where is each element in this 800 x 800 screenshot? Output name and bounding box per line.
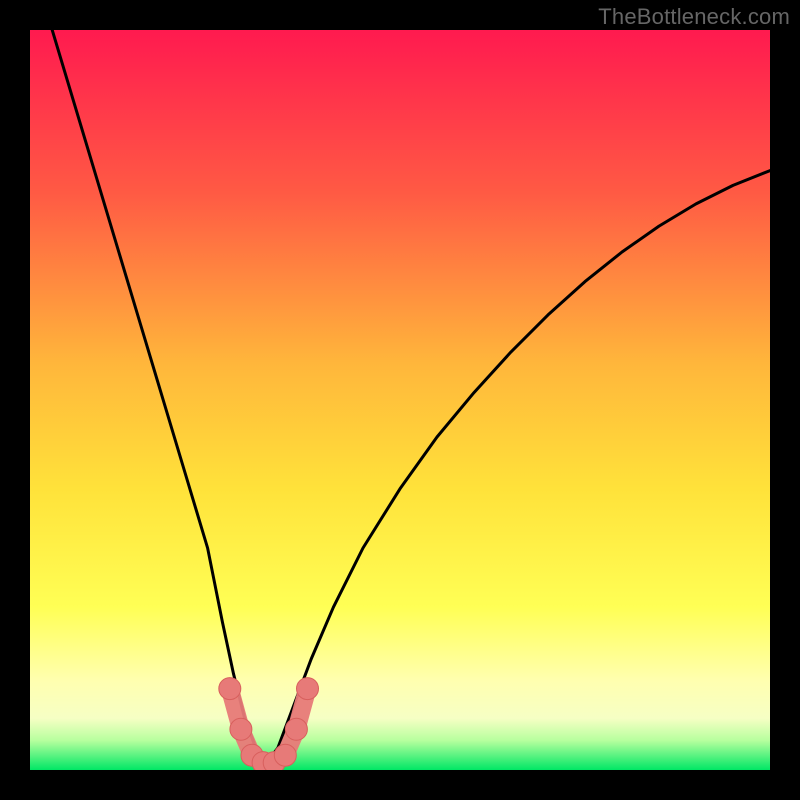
marker-dot [297, 678, 319, 700]
marker-dot [285, 718, 307, 740]
watermark-text: TheBottleneck.com [598, 4, 790, 30]
marker-dot [230, 718, 252, 740]
plot-area [30, 30, 770, 770]
marker-dot [219, 678, 241, 700]
marker-dot [274, 744, 296, 766]
bottleneck-curve [30, 30, 770, 763]
chart-svg [30, 30, 770, 770]
outer-frame: TheBottleneck.com [0, 0, 800, 800]
